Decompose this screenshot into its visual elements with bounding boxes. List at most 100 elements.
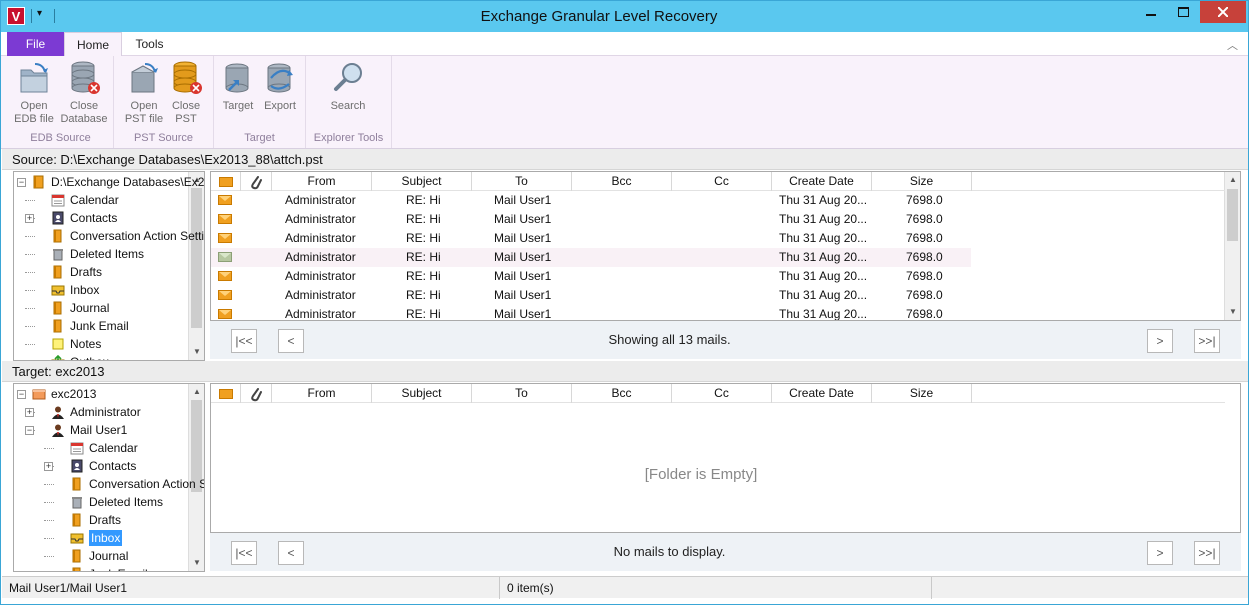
tree-item-calendar[interactable]: Calendar bbox=[51, 191, 119, 209]
mail-row[interactable]: Administrator RE: Hi Mail User1 Thu 31 Aug … bbox=[211, 248, 971, 267]
column-header-cc[interactable]: Cc bbox=[672, 384, 772, 403]
mail-row[interactable]: Administrator RE: Hi Mail User1 Thu 31 Aug … bbox=[211, 286, 971, 305]
tree-item-drafts[interactable]: Drafts bbox=[51, 263, 102, 281]
tree-item-drafts[interactable]: Drafts bbox=[70, 511, 121, 529]
column-header-attachment[interactable] bbox=[241, 172, 272, 191]
tree-guide-line bbox=[44, 520, 54, 521]
scroll-up-icon[interactable]: ▲ bbox=[1225, 172, 1240, 188]
column-header-cc[interactable]: Cc bbox=[672, 172, 772, 191]
tree-item-label: Drafts bbox=[89, 513, 122, 527]
tree-item-contacts[interactable]: Contacts bbox=[51, 209, 117, 227]
tab-file[interactable]: File bbox=[7, 32, 64, 56]
search-icon bbox=[331, 60, 365, 96]
mail-row[interactable]: Administrator RE: Hi Mail User1 Thu 31 Aug … bbox=[211, 267, 971, 286]
maximize-button[interactable] bbox=[1167, 1, 1200, 23]
scroll-up-icon[interactable]: ▲ bbox=[189, 384, 204, 400]
collapse-icon[interactable]: − bbox=[17, 390, 26, 399]
scrollbar-thumb[interactable] bbox=[1227, 189, 1238, 241]
scrollbar-thumb[interactable] bbox=[191, 188, 202, 328]
envelope-icon bbox=[219, 177, 233, 187]
cell-from: Administrator bbox=[285, 231, 356, 245]
column-header-from[interactable]: From bbox=[272, 172, 372, 191]
cell-subject: RE: Hi bbox=[406, 193, 441, 207]
tree-item-deleted-items[interactable]: Deleted Items bbox=[51, 245, 144, 263]
tree-guide-line bbox=[25, 200, 35, 201]
search-button[interactable]: Search bbox=[324, 60, 372, 113]
expand-icon[interactable]: + bbox=[44, 462, 53, 471]
column-header-to[interactable]: To bbox=[472, 384, 572, 403]
tree-item-conversation-action-settings[interactable]: Conversation Action Settings bbox=[51, 227, 204, 245]
last-page-button[interactable]: >>| bbox=[1194, 329, 1220, 353]
column-header-attachment[interactable] bbox=[241, 384, 272, 403]
column-header-bcc[interactable]: Bcc bbox=[572, 384, 672, 403]
tree-item-conversation-action-settings[interactable]: Conversation Action Settings bbox=[70, 475, 204, 493]
tree-item-exc2013[interactable]: exc2013 bbox=[32, 385, 96, 403]
source-mail-grid[interactable]: ▲ ▼ From Subject To Bcc Cc Create Date Size Adm… bbox=[210, 171, 1241, 321]
mail-row[interactable]: Administrator RE: Hi Mail User1 Thu 31 Aug … bbox=[211, 210, 971, 229]
cell-from: Administrator bbox=[285, 193, 356, 207]
tree-item-calendar[interactable]: Calendar bbox=[70, 439, 138, 457]
tree-item-label: Deleted Items bbox=[89, 495, 164, 509]
tree-item-contacts[interactable]: Contacts bbox=[70, 457, 136, 475]
cell-to: Mail User1 bbox=[494, 288, 552, 302]
tree-item-label: Journal bbox=[70, 301, 110, 315]
column-header-date[interactable]: Create Date bbox=[772, 384, 872, 403]
export-button[interactable]: Export bbox=[256, 60, 304, 113]
open-pst-file-button[interactable]: Open PST file bbox=[120, 60, 168, 126]
column-header-date[interactable]: Create Date bbox=[772, 172, 872, 191]
collapse-ribbon-icon[interactable]: ︿ bbox=[1227, 37, 1238, 53]
column-header-from[interactable]: From bbox=[272, 384, 372, 403]
open-edb-file-button[interactable]: Open EDB file bbox=[10, 60, 58, 126]
source-grid-scrollbar[interactable]: ▲ ▼ bbox=[1224, 172, 1240, 320]
tab-home[interactable]: Home bbox=[64, 32, 122, 57]
target-button[interactable]: Target bbox=[214, 60, 262, 113]
calendar-icon bbox=[51, 193, 65, 207]
column-header-subject[interactable]: Subject bbox=[372, 172, 472, 191]
ribbon-group-label: Target bbox=[244, 132, 275, 144]
tree-item-journal[interactable]: Journal bbox=[51, 299, 109, 317]
source-pager: |<< < Showing all 13 mails. > >>| bbox=[210, 321, 1241, 359]
tree-guide-line bbox=[25, 308, 35, 309]
last-page-button[interactable]: >>| bbox=[1194, 541, 1220, 565]
envelope-icon bbox=[218, 290, 232, 300]
column-header-to[interactable]: To bbox=[472, 172, 572, 191]
tree-item-inbox[interactable]: Inbox bbox=[51, 281, 99, 299]
title-bar: V ▾ Exchange Granular Level Recovery bbox=[1, 1, 1248, 32]
minimize-button[interactable] bbox=[1134, 1, 1167, 23]
ribbon-group-pst-source: Open PST file Close PST PST Source bbox=[114, 56, 214, 148]
column-header-size[interactable]: Size bbox=[872, 384, 972, 403]
close-database-button[interactable]: Close Database bbox=[60, 60, 108, 126]
cell-size: 7698.0 bbox=[906, 269, 943, 283]
cell-from: Administrator bbox=[285, 212, 356, 226]
mail-row[interactable]: Administrator RE: Hi Mail User1 Thu 31 Aug … bbox=[211, 305, 971, 320]
close-pst-button[interactable]: Close PST bbox=[162, 60, 210, 126]
ribbon-group-label: Explorer Tools bbox=[313, 132, 384, 144]
next-page-button[interactable]: > bbox=[1147, 541, 1173, 565]
mail-row[interactable]: Administrator RE: Hi Mail User1 Thu 31 Aug … bbox=[211, 229, 971, 248]
close-button[interactable] bbox=[1200, 1, 1246, 23]
tree-guide-line bbox=[44, 448, 54, 449]
mail-row[interactable]: Administrator RE: Hi Mail User1 Thu 31 Aug … bbox=[211, 191, 971, 210]
column-header-subject[interactable]: Subject bbox=[372, 384, 472, 403]
target-icon bbox=[221, 60, 255, 96]
source-path-bar: Source: D:\Exchange Databases\Ex2013_88\… bbox=[2, 149, 1248, 170]
collapse-icon[interactable]: − bbox=[25, 426, 34, 435]
tree-item-d-exchange-databases-ex2013-88-attch-pst[interactable]: D:\Exchange Databases\Ex2013_88\attch.ps… bbox=[32, 173, 204, 191]
collapse-icon[interactable]: − bbox=[17, 178, 26, 187]
tree-item-administrator[interactable]: Administrator bbox=[51, 403, 141, 421]
column-header-read-status[interactable] bbox=[211, 172, 241, 191]
expand-icon[interactable]: + bbox=[25, 408, 34, 417]
tree-item-mail-user1[interactable]: Mail User1 bbox=[51, 421, 127, 439]
tab-tools[interactable]: Tools bbox=[122, 32, 177, 56]
scroll-down-icon[interactable]: ▼ bbox=[1225, 304, 1240, 320]
cell-size: 7698.0 bbox=[906, 250, 943, 264]
close-pst-icon bbox=[169, 60, 203, 96]
expand-icon[interactable]: + bbox=[25, 214, 34, 223]
tree-item-deleted-items[interactable]: Deleted Items bbox=[70, 493, 163, 511]
column-header-read-status[interactable] bbox=[211, 384, 241, 403]
column-header-bcc[interactable]: Bcc bbox=[572, 172, 672, 191]
next-page-button[interactable]: > bbox=[1147, 329, 1173, 353]
target-mail-grid[interactable]: [Folder is Empty] From Subject To Bcc Cc Crea… bbox=[210, 383, 1241, 533]
cell-subject: RE: Hi bbox=[406, 269, 441, 283]
column-header-size[interactable]: Size bbox=[872, 172, 972, 191]
